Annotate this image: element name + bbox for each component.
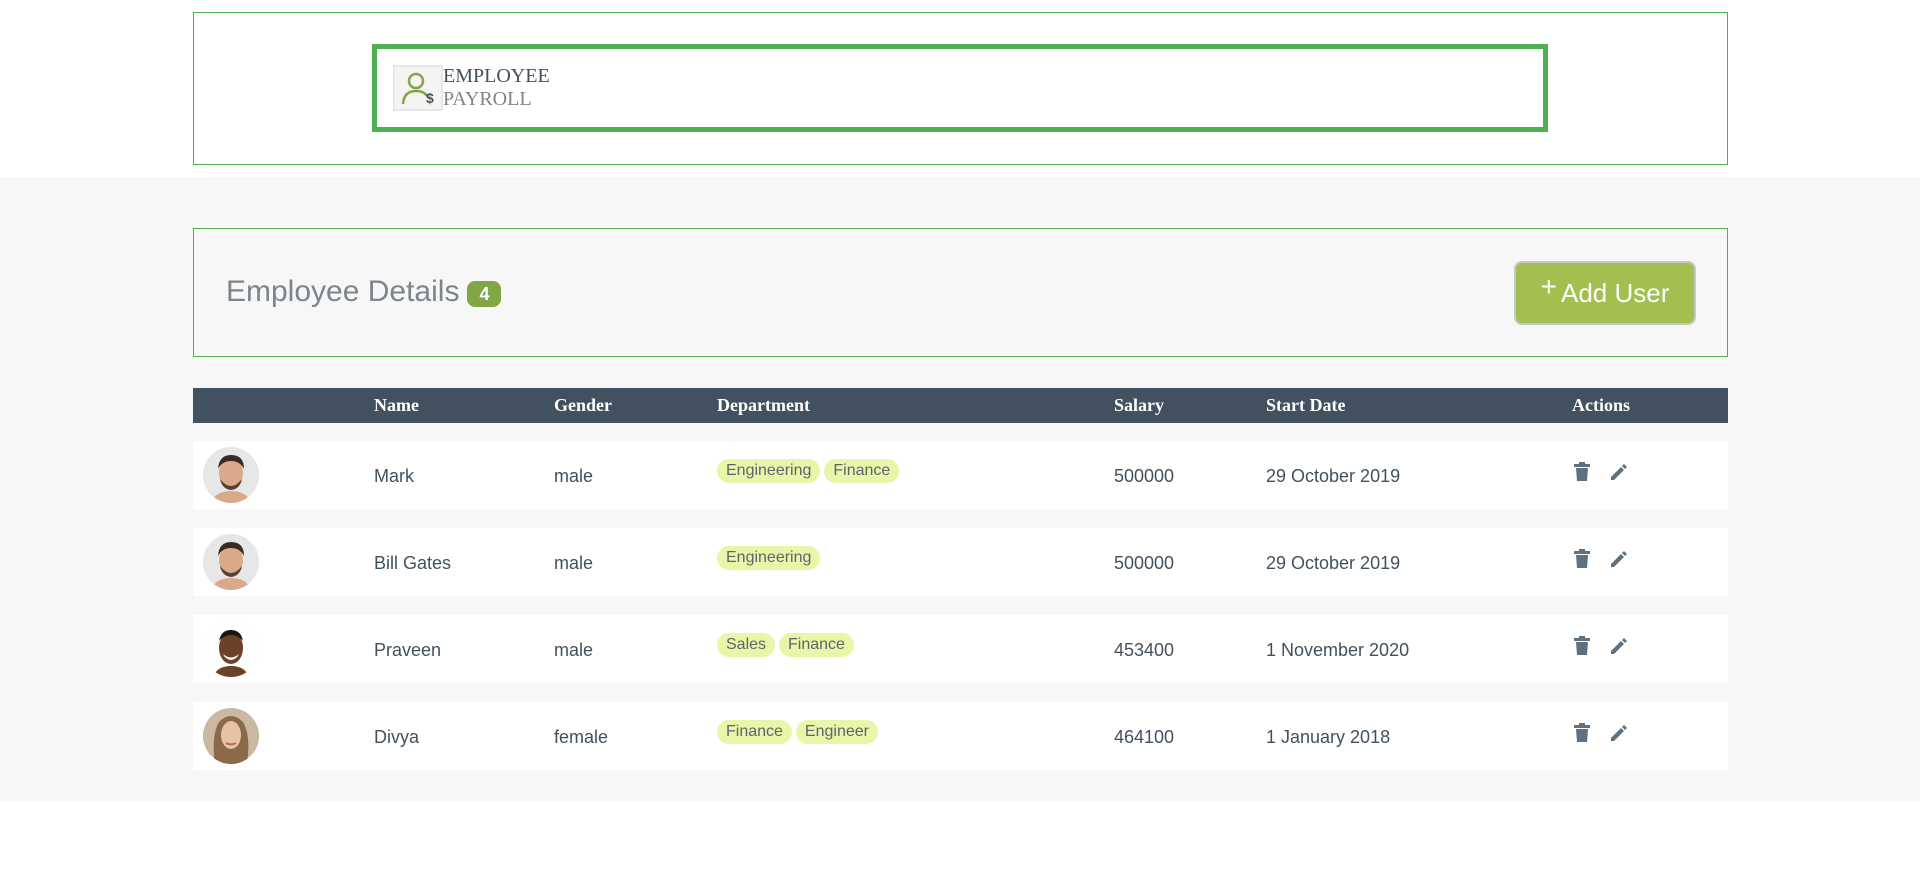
employee-start-date: 29 October 2019 xyxy=(1266,553,1401,573)
svg-text:$: $ xyxy=(426,90,434,106)
employee-start-date: 29 October 2019 xyxy=(1266,466,1401,486)
department-chip: Engineering xyxy=(717,546,821,570)
avatar xyxy=(203,534,259,590)
edit-icon[interactable] xyxy=(1609,462,1629,482)
employee-gender: male xyxy=(554,553,594,573)
column-header-gender: Gender xyxy=(554,395,612,415)
table-row: Bill Gates male Engineering 500000 29 Oc… xyxy=(193,528,1728,596)
employee-gender: female xyxy=(554,727,609,747)
department-chip: Finance xyxy=(824,459,900,483)
column-header-department: Department xyxy=(717,395,810,415)
add-user-button[interactable]: + Add User xyxy=(1514,261,1696,325)
avatar xyxy=(203,621,259,677)
employee-name: Bill Gates xyxy=(374,553,452,573)
delete-icon[interactable] xyxy=(1573,462,1591,482)
logo-line-payroll: PAYROLL xyxy=(443,88,532,110)
page-title-text: Employee Details xyxy=(226,275,460,308)
department-chip: Finance xyxy=(717,720,792,744)
logo-text: EMPLOYEE PAYROLL xyxy=(443,65,550,111)
edit-icon[interactable] xyxy=(1609,549,1629,569)
table-row: Mark male Engineering Finance 500000 29 … xyxy=(193,441,1728,509)
department-chip: Engineering xyxy=(717,459,821,483)
column-header-name: Name xyxy=(374,395,419,415)
logo-line-employee: EMPLOYEE xyxy=(443,65,550,87)
department-chip: Engineer xyxy=(795,720,878,744)
row-actions xyxy=(1573,723,1629,743)
delete-icon[interactable] xyxy=(1573,723,1591,743)
delete-icon[interactable] xyxy=(1573,636,1591,656)
employee-salary: 500000 xyxy=(1114,466,1175,486)
row-actions xyxy=(1573,636,1629,656)
employee-salary: 453400 xyxy=(1114,640,1175,660)
department-chips: Engineering Finance xyxy=(717,459,900,483)
department-chip: Sales xyxy=(717,633,776,657)
employee-gender: male xyxy=(554,466,594,486)
department-chips: Sales Finance xyxy=(717,633,854,657)
employee-salary: 500000 xyxy=(1114,553,1175,573)
count-badge: 4 xyxy=(467,281,502,307)
employee-payroll-icon: $ xyxy=(393,65,443,111)
department-chips: Finance Engineer xyxy=(717,720,878,744)
employee-name: Praveen xyxy=(374,640,442,660)
column-header-start-date: Start Date xyxy=(1266,395,1346,415)
add-user-label: Add User xyxy=(1560,277,1670,308)
delete-icon[interactable] xyxy=(1573,549,1591,569)
column-header-salary: Salary xyxy=(1114,395,1165,415)
table-row: Praveen male Sales Finance 453400 1 Nove… xyxy=(193,615,1728,683)
row-actions xyxy=(1573,549,1629,569)
page-title: Employee Details 4 xyxy=(226,275,502,309)
department-chip: Finance xyxy=(779,633,854,657)
plus-icon: + xyxy=(1540,271,1557,302)
table-row: Divya female Finance Engineer 464100 1 J… xyxy=(193,702,1728,770)
avatar xyxy=(203,447,259,503)
employee-gender: male xyxy=(554,640,594,660)
column-header-actions: Actions xyxy=(1572,395,1630,415)
department-chips: Engineering xyxy=(717,546,821,570)
row-actions xyxy=(1573,462,1629,482)
avatar xyxy=(203,708,259,764)
table-header: Name Gender Department Salary Start Date… xyxy=(193,388,1728,423)
employee-start-date: 1 January 2018 xyxy=(1266,727,1391,747)
employee-details-panel: Employee Details 4 + Add User xyxy=(193,228,1728,357)
edit-icon[interactable] xyxy=(1609,723,1629,743)
employee-salary: 464100 xyxy=(1114,727,1175,747)
employee-start-date: 1 November 2020 xyxy=(1266,640,1410,660)
logo-container: $ EMPLOYEE PAYROLL xyxy=(372,44,1548,132)
employee-name: Divya xyxy=(374,727,420,747)
edit-icon[interactable] xyxy=(1609,636,1629,656)
employee-name: Mark xyxy=(374,466,414,486)
